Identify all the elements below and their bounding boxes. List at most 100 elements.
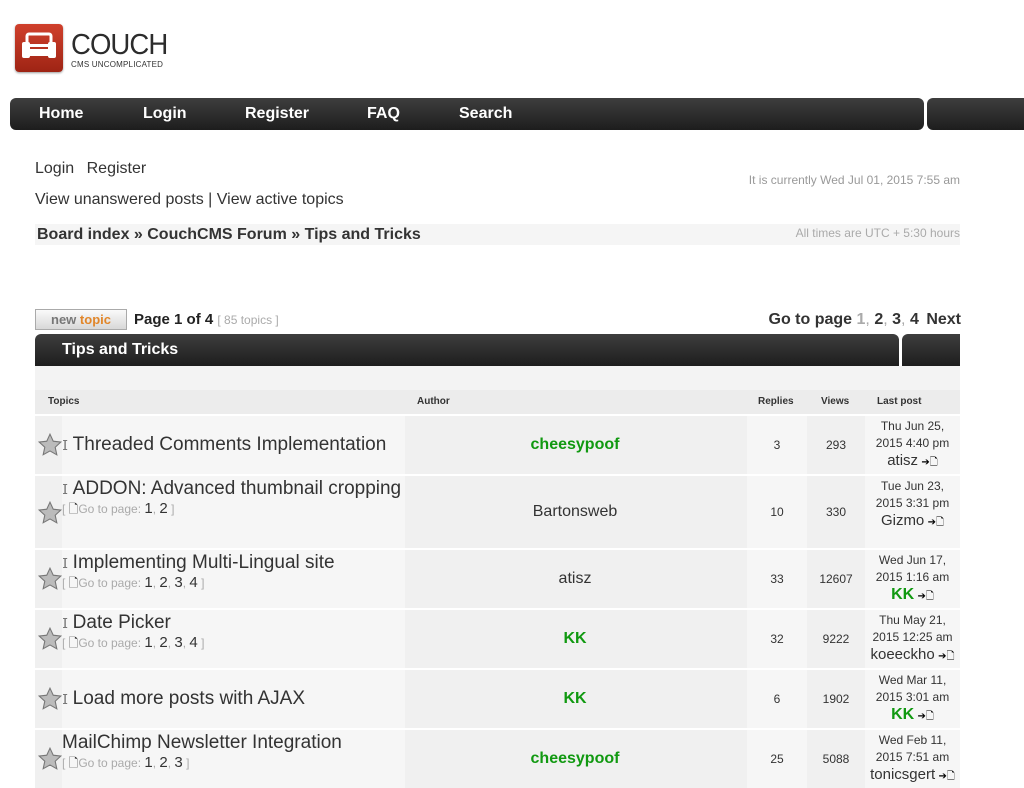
- star-icon: [37, 626, 63, 650]
- table-row[interactable]: 𝖨 Implementing Multi-Lingual site [ 🗋Go …: [35, 548, 960, 608]
- table-row[interactable]: 𝖨 Load more posts with AJAX KK 6 1902 We…: [35, 668, 960, 728]
- topic-page-link[interactable]: 4: [189, 634, 197, 651]
- view-active-link[interactable]: View active topics: [217, 191, 344, 208]
- view-latest-post-icon[interactable]: ➔🗋: [928, 517, 944, 528]
- last-post-cell: Wed Jun 17, 2015 1:16 am KK ➔🗋: [865, 550, 960, 608]
- view-unanswered-link[interactable]: View unanswered posts: [35, 191, 204, 208]
- last-post-cell: Thu May 21, 2015 12:25 am koeeckho ➔🗋: [865, 610, 960, 668]
- page-link[interactable]: 3: [892, 311, 901, 328]
- topic-title[interactable]: MailChimp Newsletter Integration: [62, 732, 342, 753]
- last-post-user[interactable]: tonicsgert: [870, 766, 935, 783]
- register-link[interactable]: Register: [87, 160, 147, 177]
- topic-page-link[interactable]: 1: [144, 574, 152, 591]
- topic-icon-cell: [35, 670, 63, 728]
- topic-author[interactable]: KK: [563, 630, 586, 648]
- topic-cell: 𝖨 Date Picker [ 🗋Go to page: 1, 2, 3, 4 …: [62, 610, 430, 668]
- topic-title[interactable]: Implementing Multi-Lingual site: [73, 552, 335, 573]
- topic-title[interactable]: Threaded Comments Implementation: [73, 434, 387, 455]
- site-logo[interactable]: COUCH CMS UNCOMPLICATED: [15, 24, 172, 74]
- topic-page-link[interactable]: 2: [159, 574, 167, 591]
- page-link[interactable]: 4: [910, 311, 919, 328]
- view-latest-post-icon[interactable]: ➔🗋: [938, 651, 954, 662]
- table-header: Topics Author Replies Views Last post: [35, 390, 960, 414]
- views-cell: 12607: [809, 550, 863, 608]
- star-icon: [37, 686, 63, 710]
- page-icon: 🗋: [68, 576, 79, 590]
- topic-icon-cell: [35, 476, 63, 548]
- last-post-date: Wed Mar 11,: [878, 673, 947, 687]
- author-cell: KK: [405, 610, 745, 668]
- topic-page-link[interactable]: 4: [189, 574, 197, 591]
- current-time: It is currently Wed Jul 01, 2015 7:55 am: [748, 173, 960, 187]
- topic-author[interactable]: Bartonsweb: [533, 503, 618, 521]
- view-latest-post-icon[interactable]: ➔🗋: [918, 711, 934, 722]
- topic-page-link[interactable]: 3: [174, 754, 182, 771]
- topic-icon-cell: [35, 416, 63, 474]
- nav-faq[interactable]: FAQ: [367, 98, 400, 130]
- topic-page-link[interactable]: 3: [174, 574, 182, 591]
- nav-login[interactable]: Login: [143, 98, 187, 130]
- topic-page-link[interactable]: 2: [159, 500, 167, 517]
- topic-title[interactable]: ADDON: Advanced thumbnail cropping: [73, 478, 401, 499]
- topic-page-link[interactable]: 1: [144, 500, 152, 517]
- topic-page-link[interactable]: 3: [174, 634, 182, 651]
- new-topic-button[interactable]: new topic: [35, 309, 127, 330]
- col-topics: Topics: [48, 396, 80, 407]
- replies-cell: 6: [747, 670, 807, 728]
- table-row[interactable]: 𝖨 Date Picker [ 🗋Go to page: 1, 2, 3, 4 …: [35, 608, 960, 668]
- table-row[interactable]: 𝖨 Threaded Comments Implementation chees…: [35, 414, 960, 474]
- last-post-cell: Wed Feb 11, 2015 7:51 am tonicsgert ➔🗋: [865, 730, 960, 788]
- topic-page-link[interactable]: 1: [144, 634, 152, 651]
- views-cell: 330: [809, 476, 863, 548]
- view-latest-post-icon[interactable]: ➔🗋: [918, 591, 934, 602]
- last-post-user[interactable]: KK: [891, 586, 914, 603]
- topic-title[interactable]: Load more posts with AJAX: [73, 688, 305, 709]
- col-replies: Replies: [758, 396, 794, 407]
- topic-page-link[interactable]: 2: [159, 634, 167, 651]
- login-link[interactable]: Login: [35, 160, 74, 177]
- topic-pagination: [ 🗋Go to page: 1, 2, 3, 4 ]: [62, 634, 205, 651]
- replies-cell: 25: [747, 730, 807, 788]
- last-post-date: Thu May 21,: [879, 613, 946, 627]
- star-icon: [37, 432, 63, 456]
- col-last-post: Last post: [877, 396, 922, 407]
- last-post-user[interactable]: Gizmo: [881, 512, 924, 529]
- last-post-user[interactable]: KK: [891, 706, 914, 723]
- view-links: View unanswered posts | View active topi…: [35, 191, 344, 209]
- nav-home[interactable]: Home: [39, 98, 83, 130]
- nav-search[interactable]: Search: [459, 98, 512, 130]
- last-post-user[interactable]: atisz: [887, 452, 918, 469]
- last-post-time: 2015 12:25 am: [872, 630, 953, 644]
- goto-label: Go to page:: [78, 576, 145, 590]
- topic-title[interactable]: Date Picker: [73, 612, 171, 633]
- topic-author[interactable]: cheesypoof: [531, 436, 620, 454]
- table-row[interactable]: 𝖨 MailChimp Newsletter Integration [ 🗋Go…: [35, 728, 960, 788]
- view-latest-post-icon[interactable]: ➔🗋: [938, 771, 954, 782]
- topic-cell: 𝖨 Load more posts with AJAX: [62, 670, 430, 728]
- topic-page-link[interactable]: 2: [159, 754, 167, 771]
- topic-author[interactable]: KK: [563, 690, 586, 708]
- table-row[interactable]: 𝖨 ADDON: Advanced thumbnail cropping [ 🗋…: [35, 474, 960, 548]
- views-cell: 5088: [809, 730, 863, 788]
- views-cell: 293: [809, 416, 863, 474]
- view-latest-post-icon[interactable]: ➔🗋: [921, 457, 937, 468]
- topic-author[interactable]: cheesypoof: [531, 750, 620, 768]
- last-post-cell: Wed Mar 11, 2015 3:01 am KK ➔🗋: [865, 670, 960, 728]
- last-post-date: Wed Feb 11,: [878, 733, 947, 747]
- topic-cell: 𝖨 Implementing Multi-Lingual site [ 🗋Go …: [62, 550, 430, 608]
- nav-register[interactable]: Register: [245, 98, 309, 130]
- last-post-user[interactable]: koeeckho: [871, 646, 935, 663]
- logo-tagline: CMS UNCOMPLICATED: [71, 60, 164, 69]
- star-icon: [37, 746, 63, 770]
- goto-page-label: Go to page: [768, 311, 853, 328]
- page-link[interactable]: 2: [874, 311, 883, 328]
- breadcrumb[interactable]: Board index » CouchCMS Forum » Tips and …: [37, 226, 421, 244]
- topic-author[interactable]: atisz: [559, 570, 592, 588]
- logo-title: COUCH: [71, 29, 168, 61]
- replies-cell: 10: [747, 476, 807, 548]
- col-views: Views: [821, 396, 850, 407]
- page-info-label: Page 1 of 4: [134, 311, 214, 328]
- topic-page-link[interactable]: 1: [144, 754, 152, 771]
- next-page-link[interactable]: Next: [926, 311, 961, 328]
- topic-cell: 𝖨 Threaded Comments Implementation: [62, 416, 430, 474]
